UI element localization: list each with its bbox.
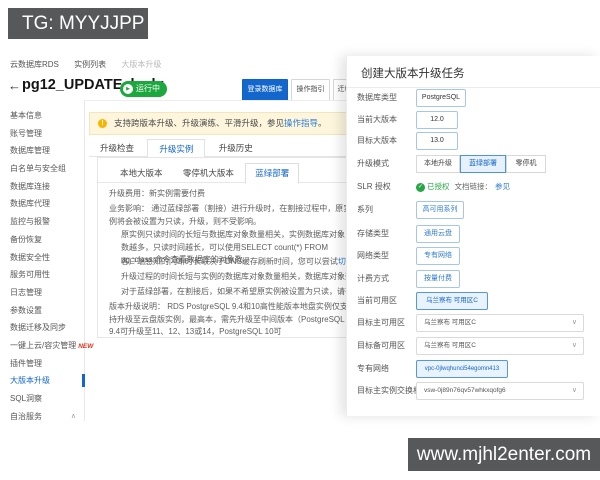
version-upgrade-note: 版本升级说明： RDS PostgreSQL 9.4和10高性能版本地盘实例仅支… <box>109 302 348 336</box>
network-type-label: 网络类型 <box>357 251 389 260</box>
subtab-local-major[interactable]: 本地大版本 <box>111 164 172 183</box>
bullet2-text: 客户端感知的闪断时长取决于DNS缓存刷新时间，您可以尝试 <box>121 257 338 266</box>
network-type-value: 专有网络 <box>416 247 460 265</box>
sidebar-item-databases[interactable]: 数据库管理 <box>0 142 84 160</box>
upgrade-subtabs: 本地大版本 零停机大版本 蓝绿部署 <box>111 163 300 184</box>
slr-doc-label: 文档链接： <box>454 182 493 191</box>
current-version-value: 12.0 <box>416 111 458 129</box>
sidebar-item-cloud-dr[interactable]: 一键上云/容灾管理 NEW <box>0 337 93 355</box>
tab-upgrade-check[interactable]: 升级检查 <box>89 139 145 157</box>
sidebar-item-label: 自治服务 <box>10 411 42 421</box>
slr-doc-link[interactable]: 参见 <box>495 178 510 196</box>
sidebar-item-migration-sync[interactable]: 数据迁移及同步 <box>0 319 84 337</box>
sidebar-item-connection[interactable]: 数据库连接 <box>0 178 84 196</box>
sidebar-item-major-version-upgrade[interactable]: 大版本升级 <box>0 372 85 390</box>
vswitch-label: 目标主实例交换机 <box>357 386 421 395</box>
tg-banner: TG: MYYJJPP <box>8 8 148 39</box>
mode-option-local[interactable]: 本地升级 <box>416 155 460 173</box>
target-primary-zone-value: 乌兰察布 可用区C <box>424 319 476 326</box>
sidebar-item-data-security[interactable]: 数据安全性 <box>0 249 84 267</box>
series-value: 高可用系列 <box>416 201 464 219</box>
sidebar-item-proxy[interactable]: 数据库代理 <box>0 195 84 213</box>
sidebar-item-backup[interactable]: 备份恢复 <box>0 231 84 249</box>
target-secondary-zone-value: 乌兰察布 可用区C <box>424 342 476 349</box>
subtab-blue-green[interactable]: 蓝绿部署 <box>245 163 300 184</box>
check-icon: ✓ <box>416 182 425 192</box>
chevron-down-icon: ∨ <box>571 387 577 394</box>
alert-text: 支持跨版本升级、升级演练、平滑升级，参见 <box>114 118 285 128</box>
slr-label: SLR 授权 <box>357 182 391 191</box>
sidebar-item-monitoring[interactable]: 监控与报警 <box>0 213 84 231</box>
upgrade-mode-label: 升级模式 <box>357 159 389 168</box>
alert-guide-link[interactable]: 操作指导 <box>284 118 318 128</box>
current-zone-value: 乌兰察布 可用区C <box>416 292 488 310</box>
business-impact-text: 业务影响： 通过蓝绿部署（割接）进行升级时，在割接过程中，原实例将会被设置为只读… <box>109 204 352 226</box>
tab-upgrade-instance[interactable]: 升级实例 <box>147 139 206 159</box>
target-primary-zone-select[interactable]: 乌兰察布 可用区C ∨ <box>416 314 584 332</box>
login-database-button[interactable]: 登录数据库 <box>242 79 288 101</box>
alert-text-suffix: 。 <box>318 118 327 128</box>
status-badge: ▶ 运行中 <box>120 81 167 97</box>
watermark: www.mjhl2enter.com <box>408 438 600 471</box>
breadcrumb-major-upgrade: 大版本升级 <box>121 60 162 69</box>
mode-option-zero-downtime[interactable]: 零停机 <box>506 155 546 173</box>
chevron-down-icon: ∨ <box>571 319 577 326</box>
alert-icon: ! <box>98 119 107 128</box>
sidebar-item-plugins[interactable]: 插件管理 <box>0 355 84 373</box>
sidebar-item-basic-info[interactable]: 基本信息 <box>0 107 84 125</box>
current-version-label: 当前大版本 <box>357 115 397 124</box>
target-version-label: 目标大版本 <box>357 136 397 145</box>
sidebar-item-whitelist[interactable]: 白名单与安全组 <box>0 160 84 178</box>
sidebar-item-logs[interactable]: 日志管理 <box>0 284 84 302</box>
sidebar-item-label: 一键上云/容灾管理 <box>10 340 77 350</box>
sidebar-item-autonomy[interactable]: 自治服务 ∧ <box>0 408 84 426</box>
fee-value: 新实例需要付费 <box>149 189 205 198</box>
breadcrumb-rds[interactable]: 云数据库RDS <box>10 60 59 69</box>
vswitch-value: vsw-0j89n76qv57whkxqofg6 <box>424 387 506 394</box>
series-label: 系列 <box>357 205 373 214</box>
current-zone-label: 当前可用区 <box>357 296 397 305</box>
status-text: 运行中 <box>136 84 160 93</box>
breadcrumb-instance-list[interactable]: 实例列表 <box>74 60 106 69</box>
sidebar-item-accounts[interactable]: 账号管理 <box>0 125 84 143</box>
storage-type-label: 存储类型 <box>357 229 389 238</box>
operation-guide-button[interactable]: 操作指引 <box>291 79 330 101</box>
vpc-label: 专有网络 <box>357 364 389 373</box>
fee-label: 升级费用： <box>109 189 149 198</box>
play-icon: ▶ <box>123 84 133 94</box>
tab-upgrade-history[interactable]: 升级历史 <box>208 139 264 157</box>
sidebar-item-sql-insight[interactable]: SQL洞察 <box>0 390 84 408</box>
subtab-zero-downtime[interactable]: 零停机大版本 <box>174 164 243 183</box>
drawer-title: 创建大版本升级任务 <box>361 68 465 80</box>
mode-option-blue-green[interactable]: 蓝绿部署 <box>460 155 506 173</box>
breadcrumb: 云数据库RDS 实例列表 大版本升级 <box>10 59 174 70</box>
drawer-divider <box>347 87 600 88</box>
create-upgrade-task-drawer: 创建大版本升级任务 数据库类型 PostgreSQL 当前大版本 12.0 目标… <box>346 56 600 416</box>
chevron-up-icon: ∧ <box>70 412 76 420</box>
target-secondary-zone-label: 目标备可用区 <box>357 341 405 350</box>
back-arrow-icon[interactable]: ← <box>8 78 21 93</box>
sidebar-item-availability[interactable]: 服务可用性 <box>0 266 84 284</box>
sidebar-item-parameters[interactable]: 参数设置 <box>0 302 84 320</box>
target-primary-zone-label: 目标主可用区 <box>357 318 405 327</box>
db-type-value: PostgreSQL <box>416 89 466 107</box>
db-type-label: 数据库类型 <box>357 93 397 102</box>
target-secondary-zone-select[interactable]: 乌兰察布 可用区C ∨ <box>416 337 584 355</box>
target-version-value: 13.0 <box>416 132 458 150</box>
billing-method-label: 计费方式 <box>357 274 389 283</box>
new-badge: NEW <box>78 342 94 350</box>
chevron-down-icon: ∨ <box>571 342 577 349</box>
upgrade-fee-line: 升级费用：新实例需要付费 <box>109 188 205 201</box>
slr-authorized-text: 已授权 <box>427 182 450 191</box>
billing-method-value: 按量付费 <box>416 270 460 288</box>
slr-status-row: ✓ 已授权 文档链接： 参见 <box>416 178 510 196</box>
vpc-value: vpc-0jlwqhunci54egomn413 <box>416 360 508 378</box>
sidebar: 基本信息 账号管理 数据库管理 白名单与安全组 数据库连接 数据库代理 监控与报… <box>0 100 93 421</box>
storage-type-value: 通用云盘 <box>416 225 460 243</box>
vswitch-select[interactable]: vsw-0j89n76qv57whkxqofg6 ∨ <box>416 382 584 400</box>
